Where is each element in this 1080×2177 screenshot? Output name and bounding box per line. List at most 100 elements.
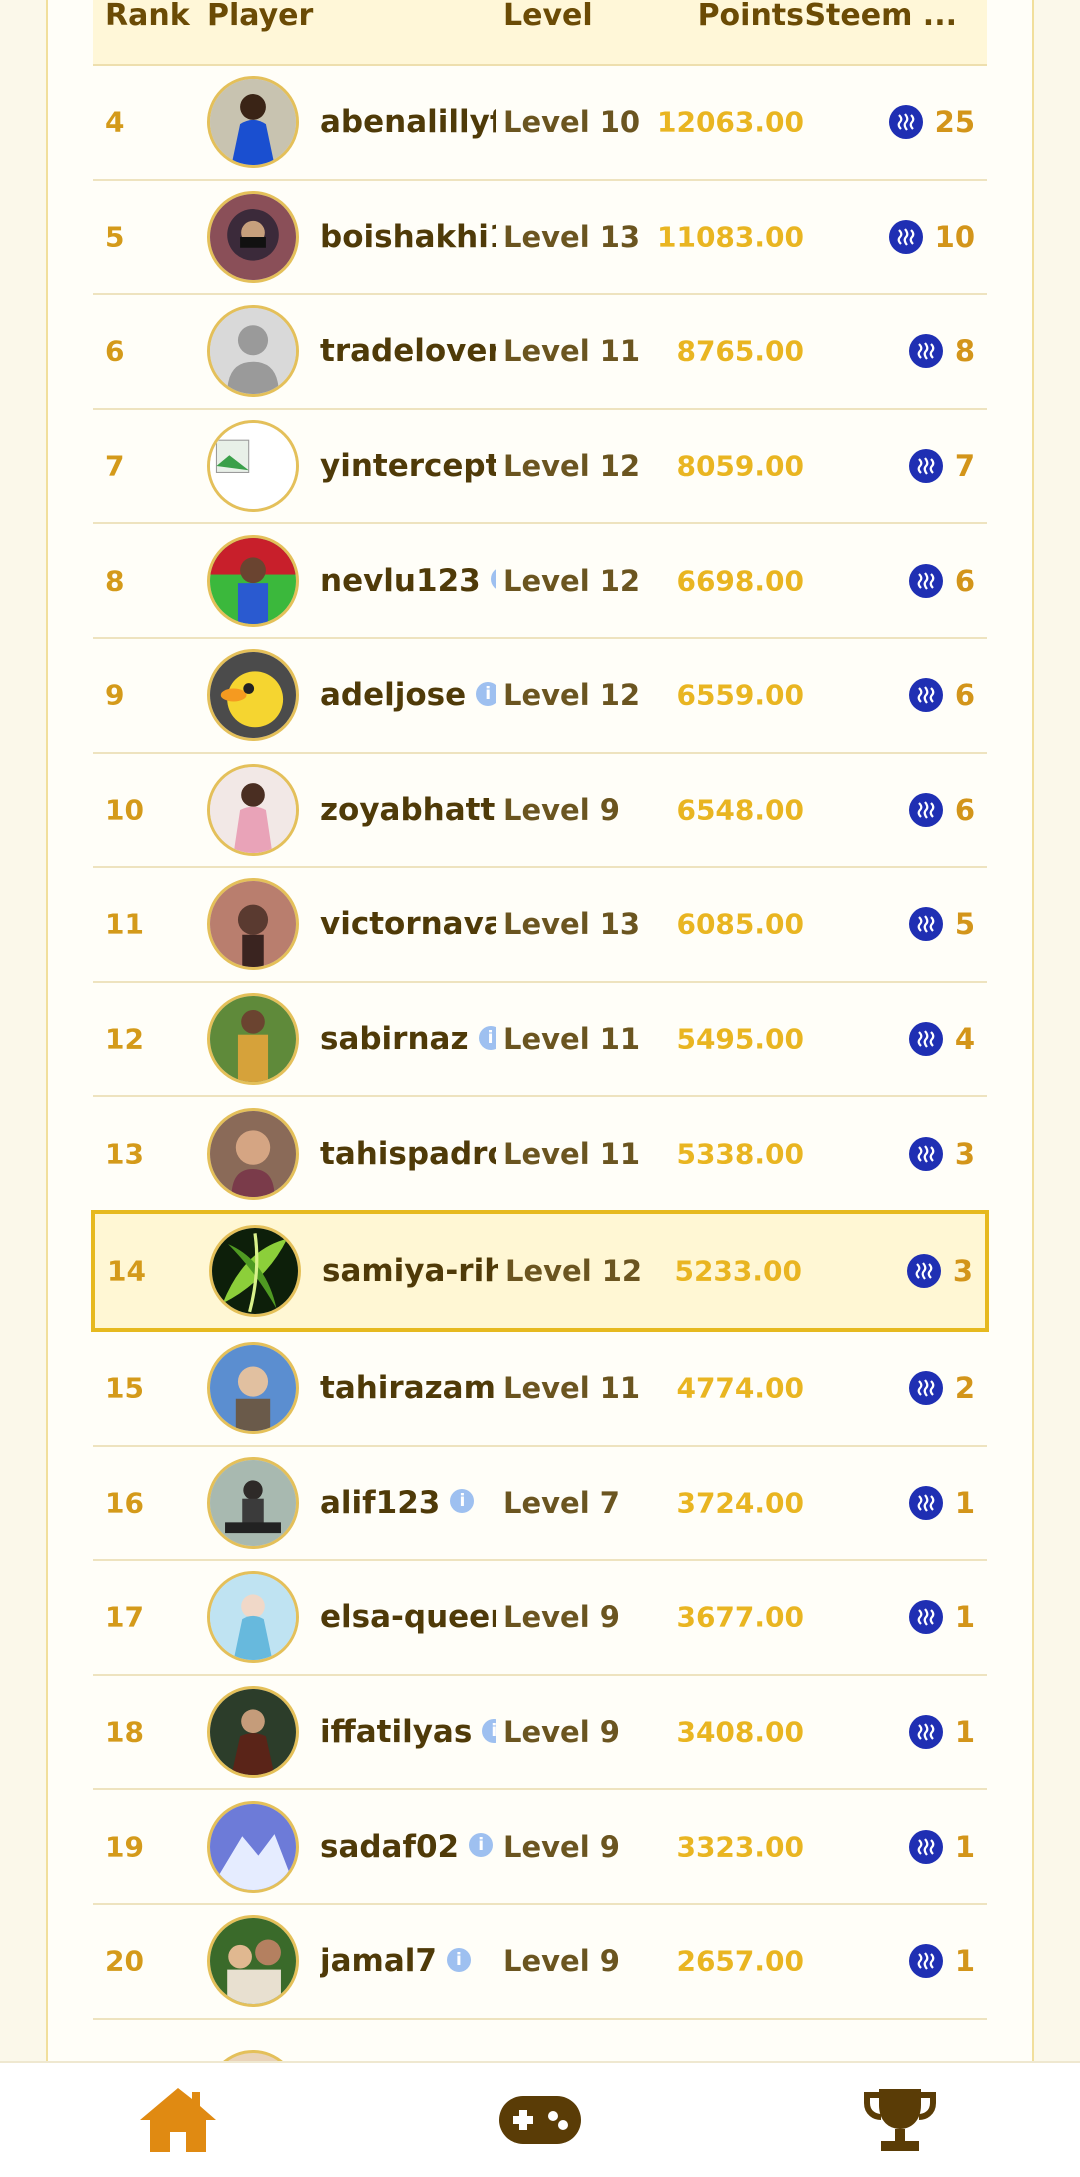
rank-cell: 10 bbox=[105, 793, 144, 827]
avatar bbox=[207, 1107, 299, 1200]
info-icon[interactable]: i bbox=[478, 1025, 496, 1050]
points-cell: 3408.00 bbox=[676, 1715, 804, 1749]
player-name[interactable]: samiya-rih bbox=[322, 1253, 498, 1289]
table-row[interactable]: 8 nevlu123 i Level 12 6698.00 6 bbox=[93, 524, 987, 639]
player-name[interactable]: nevlu123 i bbox=[320, 563, 496, 599]
steem-cell: 1 bbox=[908, 1829, 975, 1864]
level-cell: Level 9 bbox=[503, 1600, 620, 1635]
points-cell: 5338.00 bbox=[676, 1137, 804, 1171]
player-name[interactable]: zoyabhatti bbox=[320, 792, 496, 828]
player-name[interactable]: boishakhi12 bbox=[320, 219, 496, 255]
player-name-text: tahirazam bbox=[320, 1370, 496, 1407]
steem-icon bbox=[908, 678, 943, 713]
points-cell: 11083.00 bbox=[656, 220, 804, 254]
gamepad-icon bbox=[499, 2096, 581, 2144]
player-name[interactable]: tradelover bbox=[320, 333, 496, 369]
player-name[interactable]: abenalillyf bbox=[320, 104, 496, 140]
player-name[interactable]: sabirnaz i bbox=[320, 1021, 496, 1057]
info-icon[interactable]: i bbox=[476, 681, 496, 706]
rank-cell: 12 bbox=[105, 1022, 144, 1056]
table-row[interactable]: 20 jamal7 i Level 9 2657.00 1 bbox=[93, 1905, 987, 2020]
steem-value: 4 bbox=[954, 1022, 975, 1057]
player-name[interactable]: iffatilyas i bbox=[320, 1714, 496, 1750]
table-row[interactable]: 12 sabirnaz i Level 11 5495.00 4 bbox=[93, 983, 987, 1098]
nav-leaderboard-button[interactable] bbox=[800, 2063, 1000, 2177]
table-row[interactable]: 6 tradelover Level 11 8765.00 8 bbox=[93, 295, 987, 410]
info-icon[interactable]: i bbox=[450, 1489, 475, 1514]
table-row[interactable]: 19 sadaf02 i Level 9 3323.00 1 bbox=[93, 1790, 987, 1905]
steem-value: 1 bbox=[954, 1944, 975, 1979]
player-name-text: elsa-queen bbox=[320, 1599, 496, 1636]
level-cell: Level 12 bbox=[503, 449, 641, 484]
steem-icon bbox=[908, 334, 943, 369]
table-row[interactable]: 15 tahirazam Level 11 4774.00 2 bbox=[93, 1332, 987, 1447]
steem-icon bbox=[908, 1485, 943, 1520]
nav-home-button[interactable] bbox=[78, 2063, 278, 2177]
steem-value: 1 bbox=[954, 1600, 975, 1635]
rank-cell: 11 bbox=[105, 907, 144, 941]
player-name[interactable]: alif123 i bbox=[320, 1485, 496, 1521]
table-row[interactable]: 13 tahispadro Level 11 5338.00 3 bbox=[93, 1097, 987, 1212]
table-row[interactable]: 16 alif123 i Level 7 3724.00 1 bbox=[93, 1447, 987, 1562]
steem-value: 6 bbox=[954, 678, 975, 713]
points-cell: 8059.00 bbox=[676, 449, 804, 483]
table-row-current-user[interactable]: 14 samiya-rih Level 12 5233.00 3 bbox=[91, 1209, 989, 1332]
player-name[interactable]: tahispadro bbox=[320, 1136, 496, 1172]
info-icon[interactable]: i bbox=[446, 1947, 471, 1972]
table-row[interactable]: 10 zoyabhatti Level 9 6548.00 6 bbox=[93, 754, 987, 869]
table-row[interactable]: 4 abenalillyf Level 10 12063.00 25 bbox=[93, 66, 987, 181]
points-cell: 6559.00 bbox=[676, 678, 804, 712]
rank-cell: 16 bbox=[105, 1486, 144, 1520]
info-icon[interactable]: i bbox=[469, 1833, 494, 1858]
steem-icon bbox=[888, 219, 923, 254]
steem-value: 1 bbox=[954, 1485, 975, 1520]
rank-cell: 13 bbox=[105, 1137, 144, 1171]
steem-cell: 5 bbox=[908, 907, 975, 942]
steem-cell: 10 bbox=[888, 219, 975, 254]
nav-games-button[interactable] bbox=[440, 2063, 640, 2177]
steem-icon bbox=[908, 1022, 943, 1057]
level-cell: Level 11 bbox=[503, 334, 641, 369]
table-row[interactable]: 17 elsa-queen Level 9 3677.00 1 bbox=[93, 1561, 987, 1676]
points-cell: 3323.00 bbox=[676, 1830, 804, 1864]
player-name[interactable]: tahirazam bbox=[320, 1370, 496, 1406]
steem-cell: 6 bbox=[908, 563, 975, 598]
player-name[interactable]: elsa-queen bbox=[320, 1599, 496, 1635]
table-row[interactable]: 7 yintercept Level 12 8059.00 7 bbox=[93, 410, 987, 525]
avatar bbox=[207, 763, 299, 856]
player-name[interactable]: adeljose i bbox=[320, 677, 496, 713]
info-icon[interactable]: i bbox=[490, 567, 496, 592]
steem-cell: 3 bbox=[906, 1253, 973, 1288]
steem-value: 10 bbox=[934, 219, 975, 254]
points-cell: 2657.00 bbox=[676, 1944, 804, 1978]
steem-value: 6 bbox=[954, 563, 975, 598]
player-name[interactable]: jamal7 i bbox=[320, 1943, 496, 1979]
avatar bbox=[207, 1686, 299, 1779]
table-row[interactable]: 5 boishakhi12Level 13 11083.00 10 bbox=[93, 181, 987, 296]
steem-cell: 6 bbox=[908, 792, 975, 827]
rank-cell: 19 bbox=[105, 1830, 144, 1864]
info-icon[interactable]: i bbox=[482, 1718, 496, 1743]
steem-icon bbox=[908, 1371, 943, 1406]
steem-value: 6 bbox=[954, 792, 975, 827]
player-name-text: alif123 bbox=[320, 1484, 441, 1521]
header-steem: Steem ... bbox=[804, 0, 957, 33]
level-cell: Level 12 bbox=[505, 1253, 643, 1288]
table-header: Rank Player Level Points Steem ... bbox=[93, 0, 987, 66]
steem-value: 5 bbox=[954, 907, 975, 942]
player-name[interactable]: yintercept bbox=[320, 448, 496, 484]
steem-cell: 4 bbox=[908, 1022, 975, 1057]
player-name-text: abenalillyf bbox=[320, 104, 496, 141]
table-row[interactable]: 9 adeljose i Level 12 6559.00 6 bbox=[93, 639, 987, 754]
steem-cell: 2 bbox=[908, 1371, 975, 1406]
header-player: Player bbox=[207, 0, 314, 33]
player-name[interactable]: sadaf02 i bbox=[320, 1829, 496, 1865]
table-row[interactable]: 18 iffatilyas i Level 9 3408.00 1 bbox=[93, 1676, 987, 1791]
avatar bbox=[207, 1800, 299, 1893]
rank-cell: 7 bbox=[105, 449, 125, 483]
player-name[interactable]: victornava bbox=[320, 906, 496, 942]
player-name-text: sabirnaz bbox=[320, 1021, 469, 1058]
rank-cell: 5 bbox=[105, 220, 125, 254]
steem-cell: 3 bbox=[908, 1136, 975, 1171]
table-row[interactable]: 11 victornava Level 13 6085.00 5 bbox=[93, 868, 987, 983]
